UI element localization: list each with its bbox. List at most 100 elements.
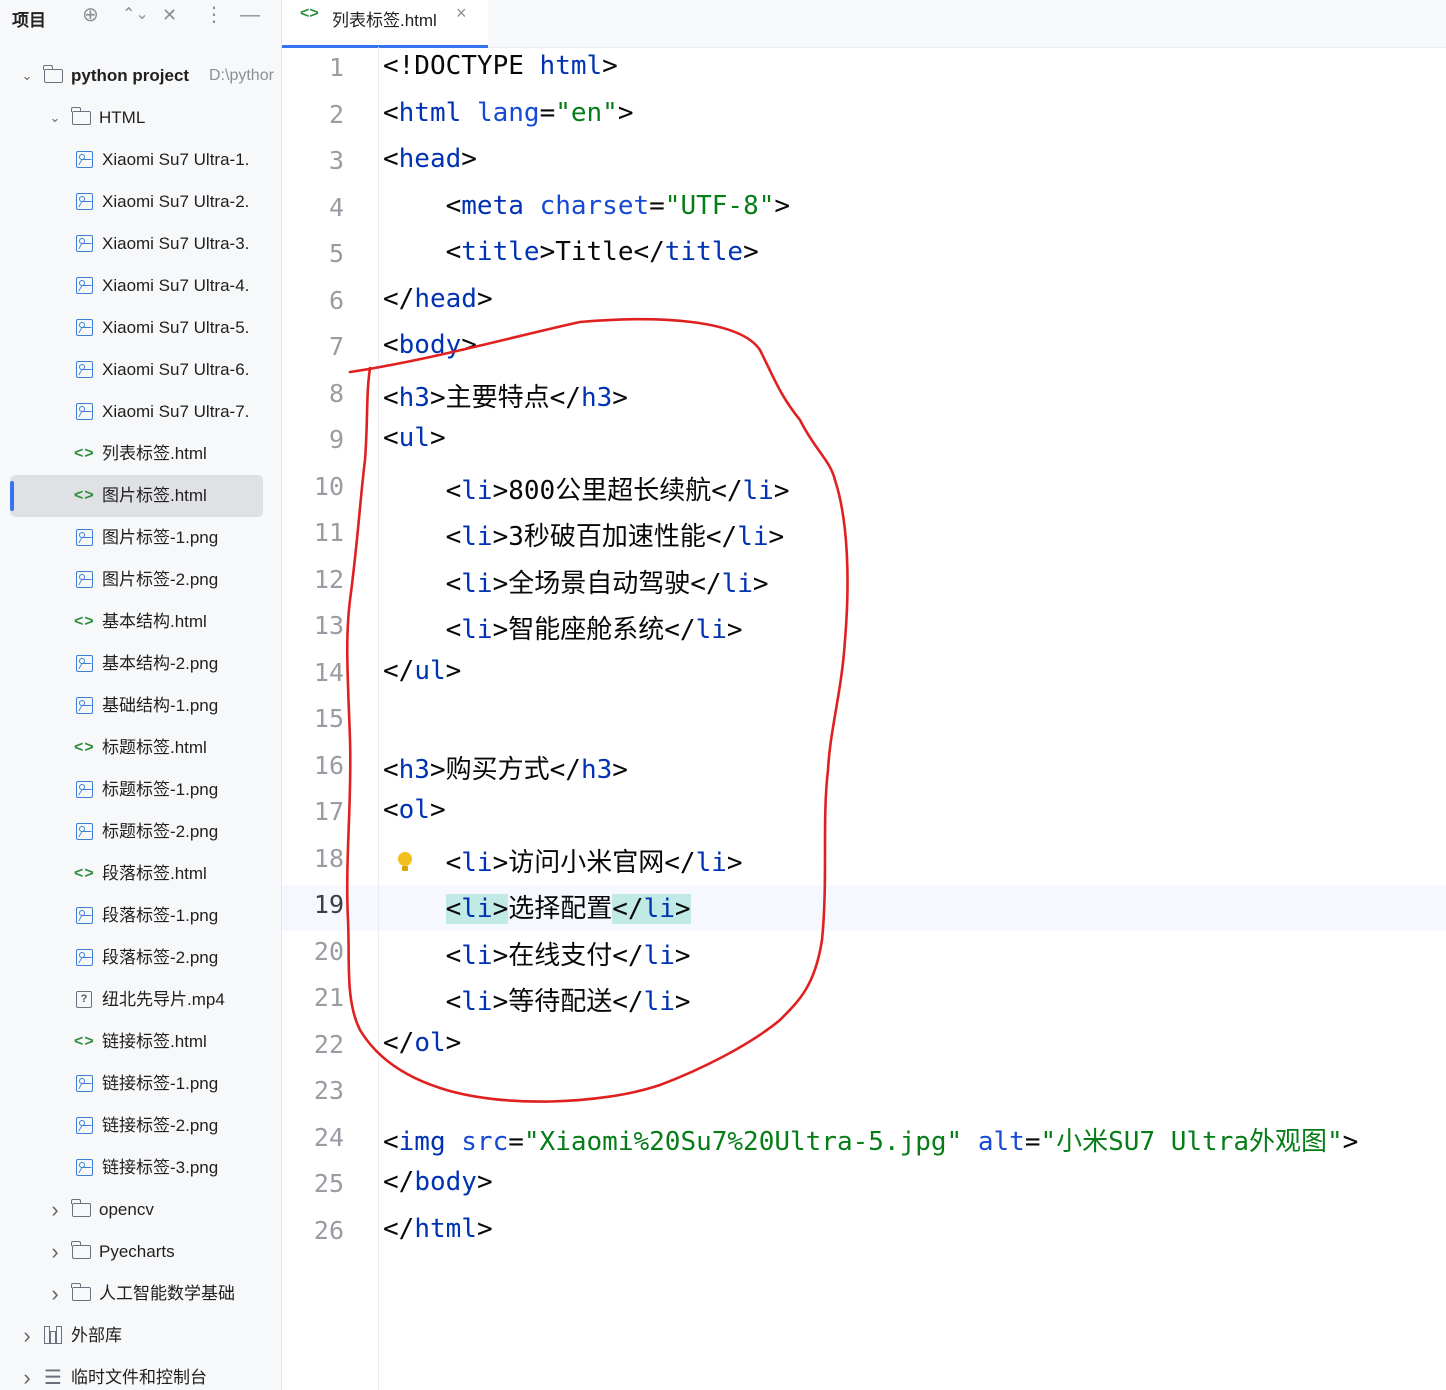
code-line[interactable]: <meta charset="UTF-8">: [383, 191, 790, 221]
tree-item[interactable]: 链接标签-3.png: [0, 1147, 281, 1189]
tree-item[interactable]: › 人工智能数学基础: [0, 1273, 281, 1315]
tree-item[interactable]: ⌄ python project D:\pythor: [0, 55, 281, 97]
tree-item-label: 链接标签.html: [102, 1032, 207, 1051]
tree-item[interactable]: <> 图片标签.html: [10, 475, 263, 517]
chevron-right-icon[interactable]: ›: [46, 1231, 64, 1273]
tree-item-label: 图片标签.html: [102, 486, 207, 505]
tree-item-label: Xiaomi Su7 Ultra-5.: [102, 318, 250, 337]
tree-item[interactable]: Xiaomi Su7 Ultra-2.: [0, 181, 281, 223]
code-line[interactable]: <li>全场景自动驾驶</li>: [383, 563, 769, 600]
code-line[interactable]: <!DOCTYPE html>: [383, 51, 618, 81]
crosshair-icon[interactable]: ⊕: [82, 2, 99, 28]
tree-item[interactable]: Xiaomi Su7 Ultra-1.: [0, 139, 281, 181]
tab-label: 列表标签.html: [332, 11, 437, 30]
project-tool-window: 项目 ⊕ ⌃⌄ ✕ ⋮ — ⌄ python project D:\pythor ⌄ H…: [0, 0, 282, 1390]
tree-item[interactable]: Xiaomi Su7 Ultra-4.: [0, 265, 281, 307]
project-title: 项目: [12, 11, 46, 30]
tree-item[interactable]: 标题标签-1.png: [0, 769, 281, 811]
tree-item[interactable]: 段落标签-2.png: [0, 937, 281, 979]
close-icon[interactable]: ×: [456, 3, 467, 24]
expand-icon[interactable]: ⌃⌄: [122, 2, 149, 28]
tree-item-label: 链接标签-3.png: [102, 1158, 219, 1177]
code-line[interactable]: <img src="Xiaomi%20Su7%20Ultra-5.jpg" al…: [383, 1121, 1358, 1158]
chevron-down-icon[interactable]: ⌄: [18, 55, 36, 97]
tree-item[interactable]: 图片标签-1.png: [0, 517, 281, 559]
tree-item[interactable]: ⌄ HTML: [0, 97, 281, 139]
image-file-icon: [76, 1075, 93, 1092]
minimize-icon[interactable]: —: [240, 2, 260, 28]
tree-item[interactable]: 标题标签-2.png: [0, 811, 281, 853]
code-line[interactable]: </body>: [383, 1167, 493, 1197]
image-file-icon: [76, 193, 93, 210]
more-icon[interactable]: ⋮: [204, 2, 224, 28]
folder-icon: [71, 1241, 91, 1259]
tree-item[interactable]: › opencv: [0, 1189, 281, 1231]
line-number: 3: [328, 146, 344, 175]
chevron-right-icon[interactable]: ›: [18, 1357, 36, 1390]
tree-item-label: 段落标签-1.png: [102, 906, 219, 925]
tree-item[interactable]: › Pyecharts: [0, 1231, 281, 1273]
code-editor[interactable]: <> 列表标签.html × 1 <!DOCTYPE html> 2 <html la…: [282, 0, 1446, 1390]
editor-tab-bar: <> 列表标签.html ×: [282, 0, 1446, 48]
chevron-right-icon[interactable]: ›: [46, 1273, 64, 1315]
tree-item-label: python project: [71, 66, 190, 85]
tree-item-label: 图片标签-2.png: [102, 570, 219, 589]
tree-item[interactable]: <> 列表标签.html: [0, 433, 281, 475]
code-line[interactable]: </ol>: [383, 1028, 461, 1058]
tree-item[interactable]: <> 段落标签.html: [0, 853, 281, 895]
code-line[interactable]: <li>智能座舱系统</li>: [383, 609, 743, 646]
code-line[interactable]: <li>在线支付</li>: [383, 935, 691, 972]
code-line[interactable]: <li>3秒破百加速性能</li>: [383, 516, 785, 553]
code-line[interactable]: <ol>: [383, 795, 446, 825]
tree-item[interactable]: Xiaomi Su7 Ultra-6.: [0, 349, 281, 391]
code-line[interactable]: <li>选择配置</li>: [383, 888, 691, 925]
folder-icon: [71, 1199, 91, 1217]
chevron-down-icon[interactable]: ⌄: [46, 97, 64, 139]
tree-item-label: Xiaomi Su7 Ultra-7.: [102, 402, 250, 421]
code-line[interactable]: </html>: [383, 1214, 493, 1244]
html-file-icon: <>: [300, 5, 319, 22]
tree-item[interactable]: <> 链接标签.html: [0, 1021, 281, 1063]
code-line[interactable]: <li>访问小米官网</li>: [383, 842, 743, 879]
tree-item-label: 标题标签-1.png: [102, 780, 219, 799]
line-number: 16: [313, 750, 344, 780]
tree-item[interactable]: 基础结构-1.png: [0, 685, 281, 727]
tree-item[interactable]: 图片标签-2.png: [0, 559, 281, 601]
tree-item-label: Pyecharts: [99, 1242, 175, 1261]
tree-item[interactable]: Xiaomi Su7 Ultra-3.: [0, 223, 281, 265]
tree-item[interactable]: ? 纽北先导片.mp4: [0, 979, 281, 1021]
tree-item-label: 链接标签-1.png: [102, 1074, 219, 1093]
tab-list-tags-html[interactable]: <> 列表标签.html ×: [282, 0, 488, 48]
code-line[interactable]: </ul>: [383, 656, 461, 686]
image-file-icon: [76, 277, 93, 294]
line-number: 18: [313, 843, 344, 873]
image-file-icon: [76, 403, 93, 420]
tree-item-label: HTML: [99, 108, 146, 127]
line-number: 19: [313, 890, 344, 919]
code-line[interactable]: <title>Title</title>: [383, 237, 759, 267]
tree-item[interactable]: 段落标签-1.png: [0, 895, 281, 937]
chevron-right-icon[interactable]: ›: [46, 1189, 64, 1231]
code-line[interactable]: <li>800公里超长续航</li>: [383, 470, 790, 507]
chevron-right-icon[interactable]: ›: [18, 1315, 36, 1357]
tree-item[interactable]: 链接标签-1.png: [0, 1063, 281, 1105]
code-line[interactable]: </head>: [383, 284, 493, 314]
code-line[interactable]: <li>等待配送</li>: [383, 981, 691, 1018]
tree-item[interactable]: Xiaomi Su7 Ultra-5.: [0, 307, 281, 349]
tree-item[interactable]: 链接标签-2.png: [0, 1105, 281, 1147]
code-line[interactable]: <h3>购买方式</h3>: [383, 749, 628, 786]
tree-item-label: opencv: [99, 1200, 154, 1219]
tree-item[interactable]: › 外部库: [0, 1315, 281, 1357]
tree-item[interactable]: <> 基本结构.html: [0, 601, 281, 643]
code-line[interactable]: <body>: [383, 330, 477, 360]
tree-item[interactable]: Xiaomi Su7 Ultra-7.: [0, 391, 281, 433]
tree-item[interactable]: › ☰ 临时文件和控制台: [0, 1357, 281, 1390]
lightbulb-icon[interactable]: [398, 852, 412, 871]
code-line[interactable]: <head>: [383, 144, 477, 174]
tree-item[interactable]: 基本结构-2.png: [0, 643, 281, 685]
code-line[interactable]: <h3>主要特点</h3>: [383, 377, 628, 414]
code-line[interactable]: <ul>: [383, 423, 446, 453]
tree-item[interactable]: <> 标题标签.html: [0, 727, 281, 769]
code-line[interactable]: <html lang="en">: [383, 98, 634, 128]
collapse-icon[interactable]: ✕: [162, 2, 177, 28]
